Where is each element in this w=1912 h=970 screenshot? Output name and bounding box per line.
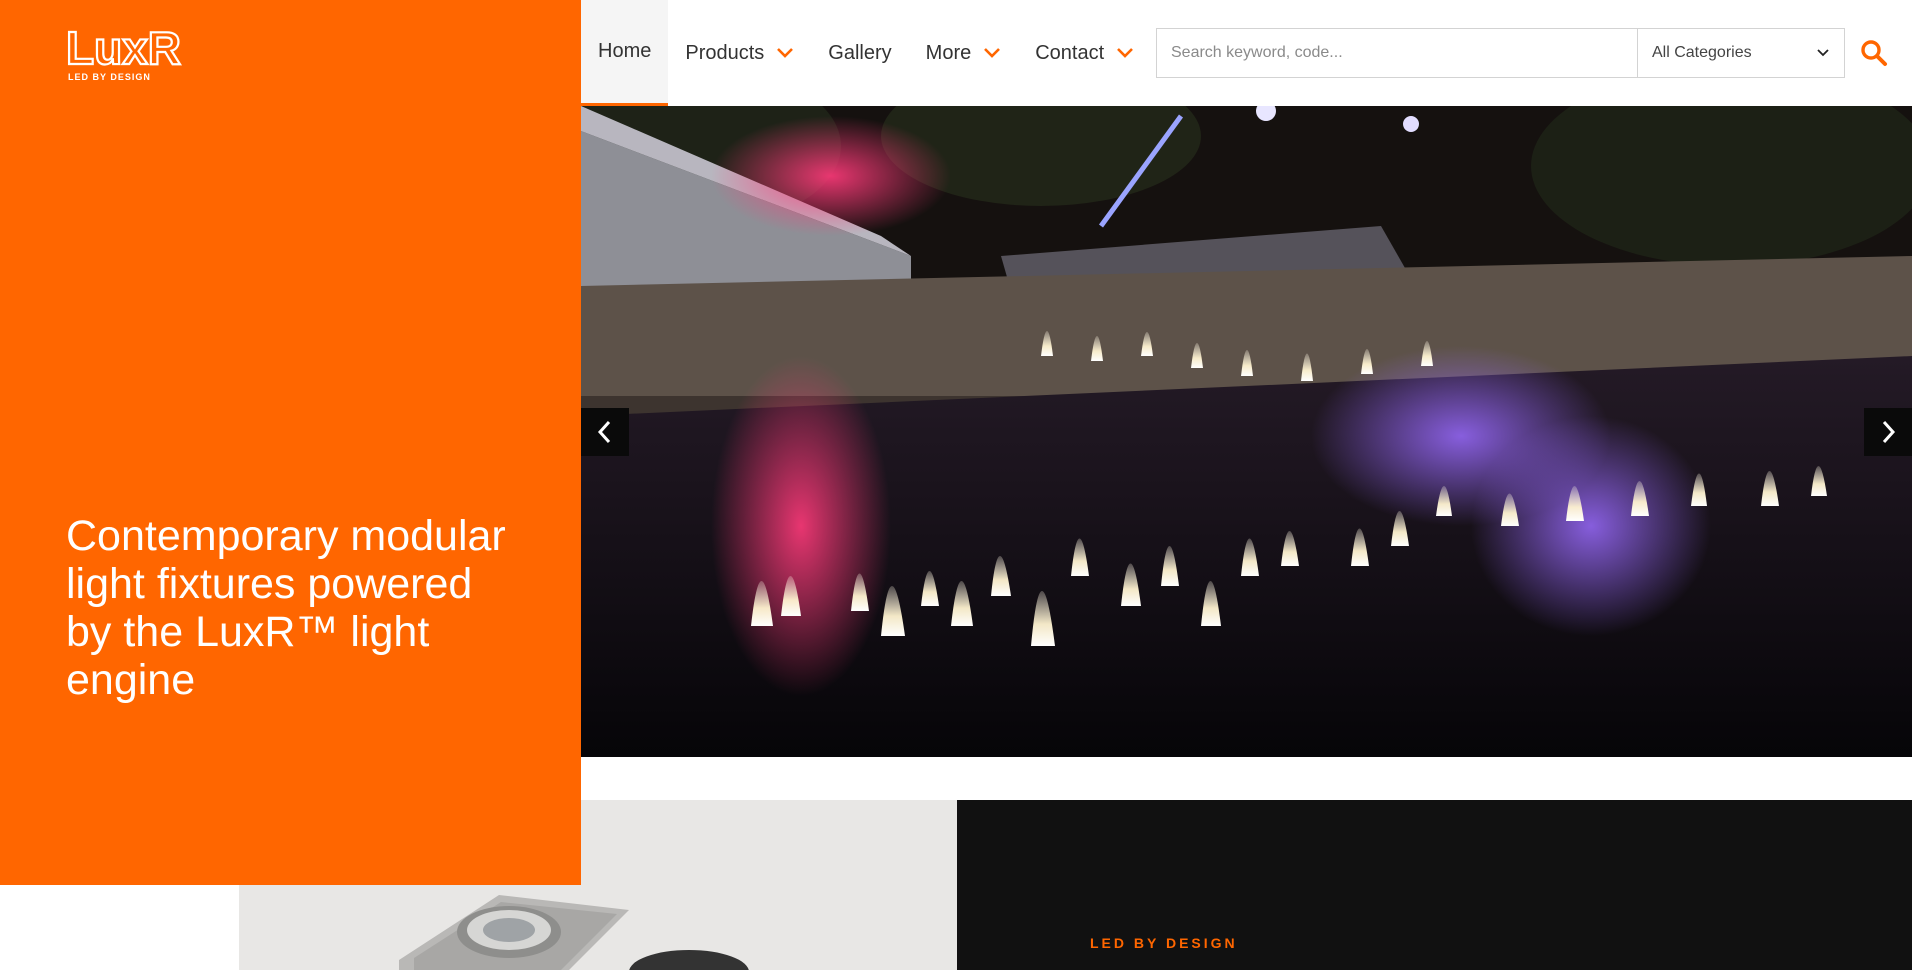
svg-text:LuxR: LuxR — [66, 26, 181, 74]
nav-gallery[interactable]: Gallery — [811, 0, 908, 106]
nav-products[interactable]: Products — [668, 0, 811, 106]
hero-panel: LuxR LED BY DESIGN Contemporary modular … — [0, 0, 581, 885]
nav-contact[interactable]: Contact — [1018, 0, 1151, 106]
nav-gallery-label: Gallery — [828, 41, 892, 64]
nav-contact-label: Contact — [1035, 41, 1105, 64]
brand-tagline: LED BY DESIGN — [1090, 935, 1238, 951]
chevron-down-icon — [1817, 49, 1829, 57]
hero-headline: Contemporary modular light fixtures powe… — [66, 512, 506, 704]
nav-products-label: Products — [685, 41, 765, 64]
svg-text:LED BY DESIGN: LED BY DESIGN — [68, 72, 151, 82]
slider-prev-button[interactable] — [581, 408, 629, 456]
chevron-down-icon — [1117, 48, 1134, 58]
chevron-down-icon — [777, 48, 794, 58]
chevron-right-icon — [1882, 420, 1896, 444]
search-button[interactable] — [1859, 38, 1889, 68]
category-select-value: All Categories — [1652, 44, 1752, 61]
main-nav: Home Products Gallery More Contact — [581, 0, 1151, 106]
chevron-down-icon — [984, 48, 1001, 58]
nav-more-label: More — [925, 41, 972, 64]
fountain-plaza-image — [581, 106, 1912, 757]
nav-more[interactable]: More — [909, 0, 1019, 106]
chevron-left-icon — [597, 420, 611, 444]
nav-home-label: Home — [598, 40, 652, 62]
search-icon — [1861, 40, 1887, 66]
search-bar: All Categories — [1156, 28, 1845, 78]
slider-next-button[interactable] — [1864, 408, 1912, 456]
top-navigation: Home Products Gallery More Contact All C… — [581, 0, 1912, 106]
nav-home[interactable]: Home — [581, 0, 669, 106]
hero-slider[interactable] — [581, 106, 1912, 757]
search-input[interactable] — [1157, 29, 1637, 77]
luxr-logo[interactable]: LuxR LED BY DESIGN — [66, 26, 226, 82]
brand-panel: LED BY DESIGN — [957, 800, 1912, 970]
category-select[interactable]: All Categories — [1637, 29, 1844, 77]
